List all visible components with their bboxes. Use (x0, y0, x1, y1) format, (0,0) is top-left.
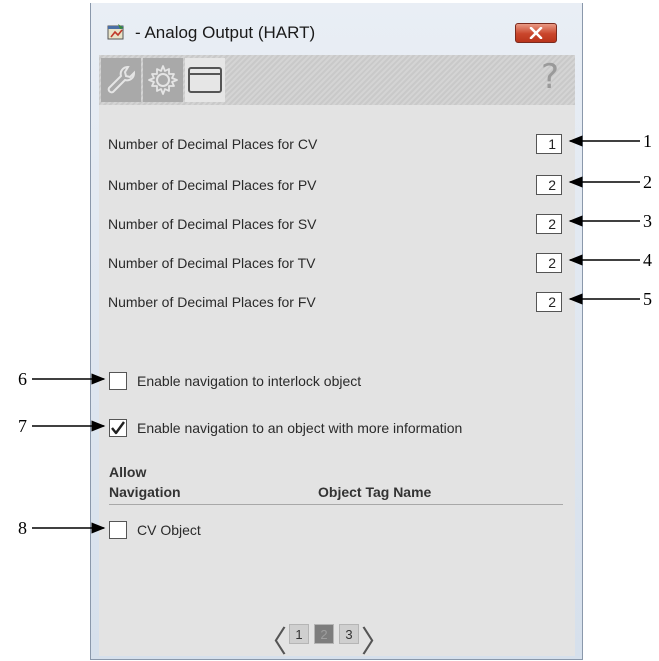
callout-number: 5 (643, 289, 652, 309)
callout-number: 8 (18, 518, 27, 538)
callout-number: 3 (643, 211, 652, 231)
callout-number: 2 (643, 172, 652, 192)
callout-arrows (32, 135, 640, 534)
callout-number: 7 (18, 416, 27, 436)
callout-number: 1 (643, 131, 652, 151)
callout-number: 6 (18, 369, 27, 389)
callout-number: 4 (643, 250, 652, 270)
